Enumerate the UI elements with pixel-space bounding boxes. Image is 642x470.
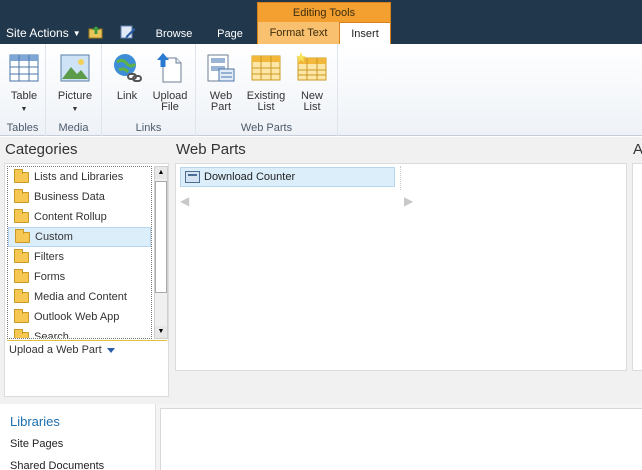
category-label: Business Data: [34, 191, 105, 203]
category-item[interactable]: Media and Content: [8, 287, 151, 307]
dropdown-arrow-icon: ▼: [20, 106, 28, 113]
category-label: Search: [34, 331, 69, 339]
dropdown-arrow-icon: ▼: [71, 106, 79, 113]
ribbon-group-tables: Table ▼ Tables: [0, 44, 46, 136]
web-part-icon: [207, 54, 235, 82]
folder-icon: [14, 248, 29, 263]
categories-list[interactable]: Lists and Libraries Business Data Conten…: [7, 166, 152, 339]
categories-title: Categories: [5, 141, 78, 158]
editing-tools-label: Editing Tools: [257, 2, 391, 22]
upload-web-part-label: Upload a Web Part: [9, 344, 102, 356]
group-label-media: Media: [58, 122, 89, 134]
upload-web-part-menu[interactable]: Upload a Web Part: [9, 344, 115, 356]
category-label: Media and Content: [34, 291, 127, 303]
categories-panel: Lists and Libraries Business Data Conten…: [4, 163, 169, 397]
table-icon: [9, 54, 39, 82]
category-item[interactable]: Business Data: [8, 187, 151, 207]
category-label: Filters: [34, 251, 64, 263]
link-label: Link: [116, 90, 138, 102]
link-button[interactable]: Link: [110, 52, 144, 102]
about-panel: [632, 163, 642, 371]
upload-file-button[interactable]: Upload File: [150, 52, 190, 113]
category-label: Outlook Web App: [34, 311, 120, 323]
site-actions-label: Site Actions: [6, 26, 69, 40]
existing-list-icon: [251, 55, 281, 81]
web-part-item[interactable]: Download Counter: [180, 167, 395, 187]
category-item[interactable]: Outlook Web App: [8, 307, 151, 327]
scroll-thumb[interactable]: [155, 181, 167, 293]
ribbon-group-links: Link Upload File Links: [102, 44, 196, 136]
table-label: Table: [10, 90, 38, 102]
folder-icon: [14, 168, 29, 183]
table-button[interactable]: Table ▼: [7, 52, 41, 115]
folder-icon: [14, 288, 29, 303]
next-arrow-icon[interactable]: ▶: [404, 194, 413, 208]
libraries-heading[interactable]: Libraries: [10, 414, 60, 429]
existing-list-label: Existing List: [246, 90, 286, 113]
ribbon-group-media: Picture ▼ Media: [46, 44, 102, 136]
page-body: Libraries Site Pages Shared Documents: [0, 404, 642, 470]
group-label-web-parts: Web Parts: [240, 122, 293, 134]
upload-file-icon: [157, 53, 182, 83]
category-item[interactable]: Lists and Libraries: [8, 167, 151, 187]
navigate-up-icon[interactable]: [88, 25, 104, 39]
picture-icon: [60, 54, 90, 82]
web-parts-title: Web Parts: [176, 141, 246, 158]
scroll-up-icon[interactable]: ▲: [155, 167, 167, 179]
edit-page-icon[interactable]: [120, 25, 136, 39]
tab-format-text[interactable]: Format Text: [257, 22, 339, 44]
group-label-links: Links: [135, 122, 162, 134]
chevron-down-icon: [106, 347, 115, 353]
top-bar: Site Actions ▼ Browse Page Editing Tools…: [0, 0, 642, 44]
folder-icon: [15, 228, 30, 243]
divider: [400, 166, 401, 190]
folder-icon: [14, 188, 29, 203]
categories-scrollbar[interactable]: ▲ ▼: [154, 166, 168, 339]
folder-icon: [14, 308, 29, 323]
group-label-tables: Tables: [6, 122, 39, 134]
previous-arrow-icon[interactable]: ◀: [180, 194, 189, 208]
picture-label: Picture: [57, 90, 93, 102]
divider: [7, 340, 167, 341]
scroll-down-icon[interactable]: ▼: [155, 326, 167, 338]
content-area: [155, 404, 642, 470]
category-label: Lists and Libraries: [34, 171, 124, 183]
category-label: Forms: [34, 271, 66, 283]
web-part-picker: Categories Web Parts A Lists and Librari…: [0, 137, 642, 404]
web-part-label: Download Counter: [204, 171, 296, 183]
category-item[interactable]: Filters: [8, 247, 151, 267]
upload-file-label: Upload File: [152, 90, 188, 113]
category-item-selected[interactable]: Custom: [8, 227, 151, 247]
existing-list-button[interactable]: Existing List: [244, 52, 288, 113]
category-label: Custom: [35, 231, 73, 243]
ribbon: Table ▼ Tables Picture ▼ Media Link Uplo…: [0, 44, 642, 136]
rich-text-editor[interactable]: [160, 408, 642, 470]
editing-tools-group: Editing Tools Format Text Insert: [257, 2, 391, 44]
tab-page[interactable]: Page: [207, 24, 253, 44]
site-actions-menu[interactable]: Site Actions ▼: [6, 26, 81, 40]
tab-browse[interactable]: Browse: [148, 24, 200, 44]
category-item[interactable]: Search: [8, 327, 151, 339]
quicklaunch-item-shared-documents[interactable]: Shared Documents: [10, 460, 104, 470]
picture-button[interactable]: Picture ▼: [56, 52, 94, 115]
web-part-label: Web Part: [209, 90, 233, 113]
web-parts-panel: Download Counter ◀ ▶: [175, 163, 627, 371]
web-part-icon: [185, 171, 200, 183]
tab-insert[interactable]: Insert: [339, 22, 391, 44]
about-title: A: [633, 141, 642, 158]
link-icon: [114, 54, 142, 82]
new-list-label: New List: [300, 90, 323, 113]
folder-icon: [14, 328, 29, 338]
folder-icon: [14, 208, 29, 223]
folder-icon: [14, 268, 29, 283]
web-part-button[interactable]: Web Part: [202, 52, 240, 113]
category-label: Content Rollup: [34, 211, 107, 223]
category-item[interactable]: Content Rollup: [8, 207, 151, 227]
ribbon-group-web-parts: Web Part Existing List New List Web Part…: [196, 44, 338, 136]
new-list-button[interactable]: New List: [292, 52, 332, 113]
new-list-icon: [296, 52, 327, 81]
chevron-down-icon: ▼: [72, 28, 81, 38]
quicklaunch-item-site-pages[interactable]: Site Pages: [10, 438, 63, 450]
category-item[interactable]: Forms: [8, 267, 151, 287]
